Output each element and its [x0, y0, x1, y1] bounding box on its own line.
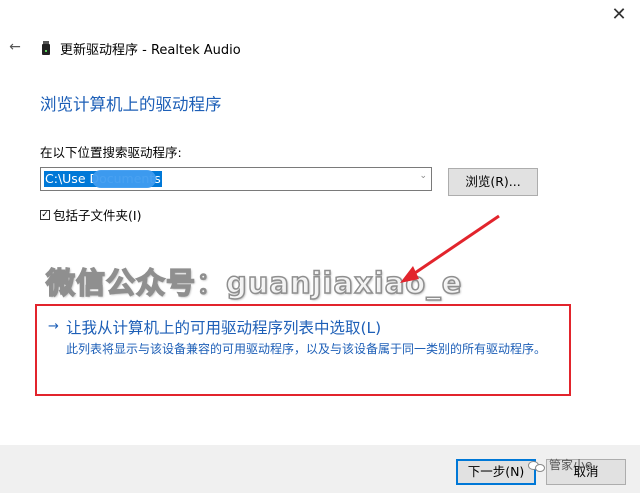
pick-from-list-title[interactable]: 让我从计算机上的可用驱动程序列表中选取(L)	[66, 316, 381, 338]
annotation-arrow	[400, 214, 500, 283]
watermark-badge-text: 管家小e	[549, 458, 593, 472]
pick-arrow-icon: →	[48, 319, 59, 334]
next-button[interactable]: 下一步(N)	[456, 459, 536, 485]
annotation-arrow-shaft	[408, 214, 500, 279]
annotation-arrow-head	[400, 266, 419, 283]
watermark-badge: 管家小e	[528, 454, 592, 476]
wechat-icon	[528, 459, 546, 473]
pick-from-list-description: 此列表将显示与该设备兼容的可用驱动程序，以及与该设备属于同一类别的所有驱动程序。	[66, 342, 547, 356]
